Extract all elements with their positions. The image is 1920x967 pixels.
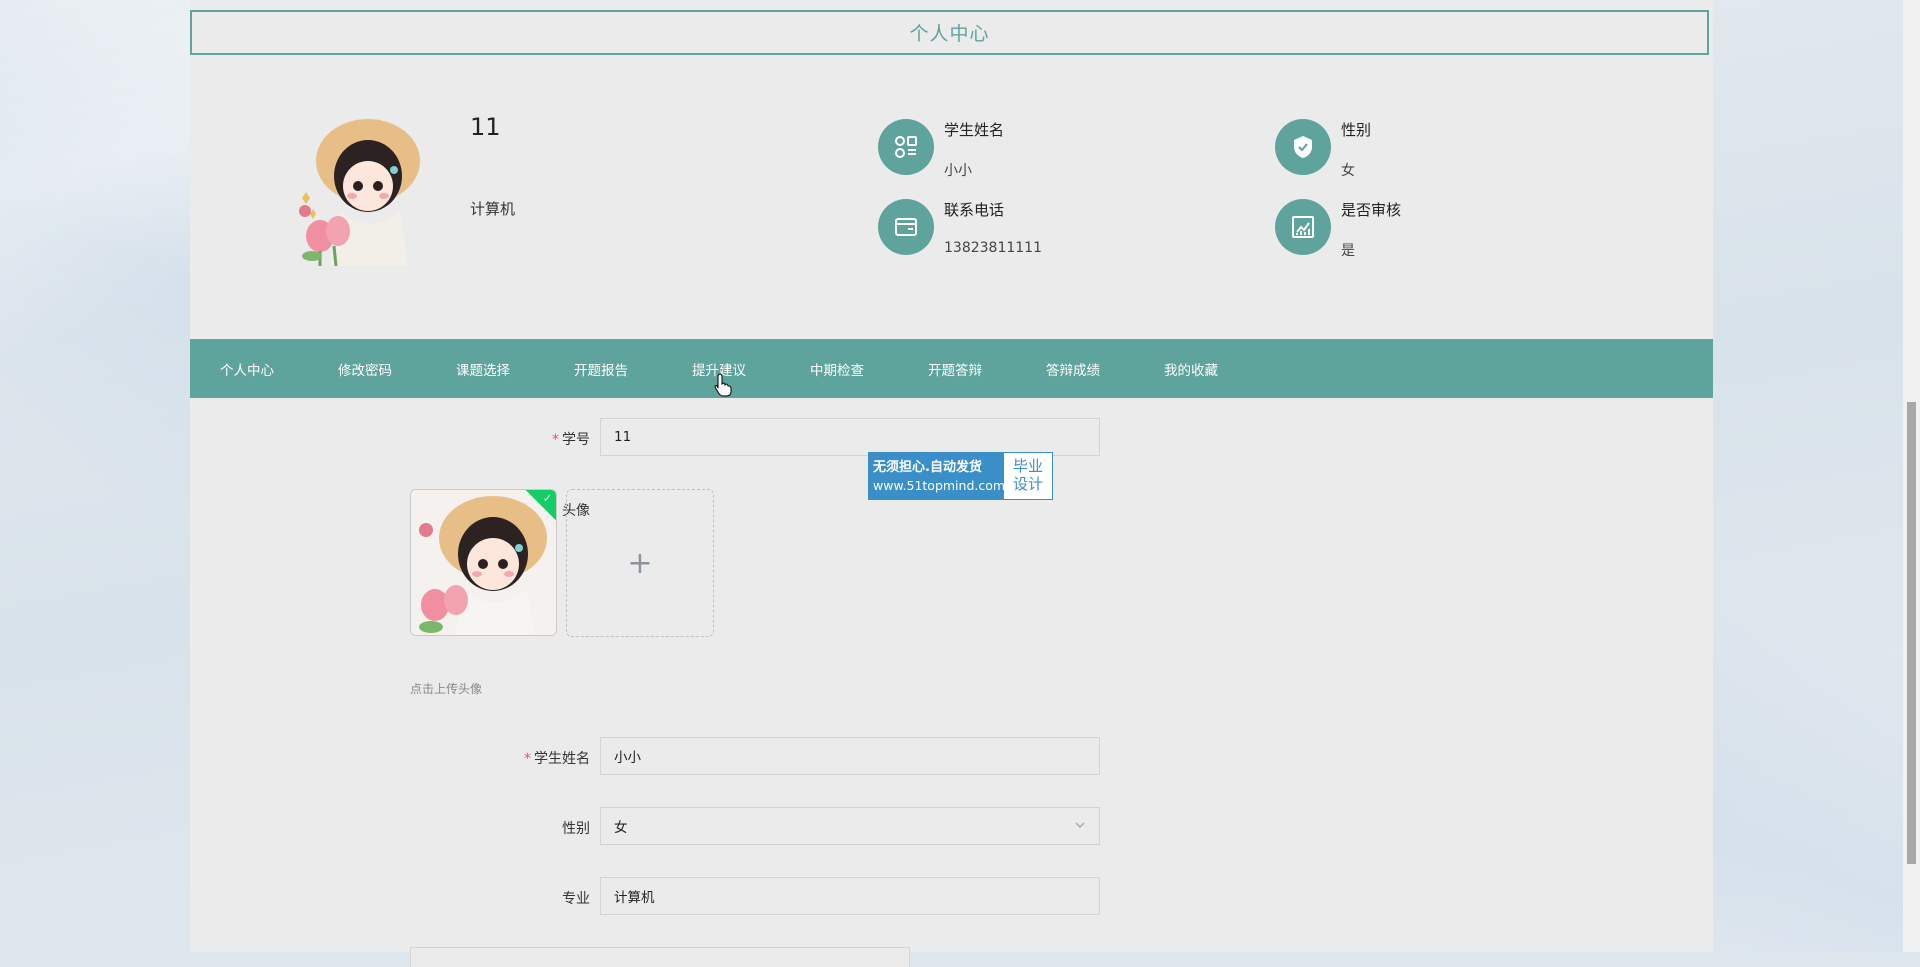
gender-select[interactable]: 女 [600,807,1100,845]
shield-check-icon [1275,119,1331,175]
hand-cursor-icon [714,373,732,401]
nav-item-profile[interactable]: 个人中心 [220,359,274,379]
required-mark: * [552,432,559,448]
watermark-line2: www.51topmind.com [873,478,1006,493]
info-value: 13823811111 [944,240,1042,256]
info-value: 小小 [944,163,972,179]
info-gender: 性别 女 [1275,119,1371,180]
form-row-student-name: * 学生姓名 小小 [190,737,1100,777]
chevron-down-icon [1073,818,1087,836]
form-row-student-id: * 学号 11 [190,418,1100,458]
profile-major: 计算机 [470,200,516,218]
info-value: 女 [1341,163,1355,179]
scrollbar-thumb[interactable] [1907,402,1916,864]
profile-avatar [290,116,430,267]
major-input[interactable]: 计算机 [600,877,1100,915]
avatar-upload-hint: 点击上传头像 [410,682,483,696]
page-scrollbar[interactable] [1903,0,1920,952]
student-id-input[interactable]: 11 [600,418,1100,456]
major-label: 专业 [562,891,590,907]
plus-icon: + [627,545,653,581]
nav-item-favorites[interactable]: 我的收藏 [1164,359,1218,379]
student-name-label: * 学生姓名 [524,751,590,767]
nav-item-defense-score[interactable]: 答辩成绩 [1046,359,1100,379]
nav-item-proposal-report[interactable]: 开题报告 [574,359,628,379]
nav-item-topic-select[interactable]: 课题选择 [456,359,510,379]
nav-item-midterm-check[interactable]: 中期检查 [810,359,864,379]
nav-item-proposal-defense[interactable]: 开题答辩 [928,359,982,379]
info-audit: 是否审核 是 [1275,199,1401,260]
profile-card: 11 计算机 学生姓名 小小 性别 女 联系电话 13823811111 是否审… [190,58,1713,318]
nav-item-change-password[interactable]: 修改密码 [338,359,392,379]
watermark-line1: 无须担心.自动发货 [873,460,982,475]
profile-username: 11 [470,113,501,141]
user-center-nav: 个人中心 修改密码 课题选择 开题报告 提升建议 中期检查 开题答辩 答辩成绩 … [190,339,1713,398]
watermark-right2: 设计 [1012,475,1043,493]
page-title: 个人中心 [909,23,990,45]
info-student-name: 学生姓名 小小 [878,119,1004,180]
info-label: 联系电话 [944,201,1005,219]
wallet-icon [878,199,934,255]
watermark-right1: 毕业 [1012,457,1043,475]
watermark-right: 毕业 设计 [1004,453,1052,499]
info-label: 学生姓名 [944,121,1005,139]
next-form-field[interactable] [410,947,910,967]
form-row-gender: 性别 女 [190,807,1100,847]
apps-icon [878,119,934,175]
form-row-major: 专业 计算机 [190,877,1100,917]
chart-icon [1275,199,1331,255]
student-id-label: * 学号 [552,432,590,448]
info-phone: 联系电话 13823811111 [878,199,1042,256]
watermark-badge: 无须担心.自动发货 www.51topmind.com 毕业 设计 [868,452,1053,500]
student-name-input[interactable]: 小小 [600,737,1100,775]
info-label: 是否审核 [1341,201,1402,219]
info-value: 是 [1341,243,1355,259]
watermark-left: 无须担心.自动发货 www.51topmind.com [869,453,1006,499]
required-mark: * [524,751,531,767]
check-icon: ✓ [542,492,552,505]
avatar-thumbnail[interactable]: ✓ [410,489,557,636]
gender-select-value: 女 [614,820,628,836]
avatar-upload-button[interactable]: + [566,489,714,637]
gender-label: 性别 [562,821,590,837]
info-label: 性别 [1341,121,1372,139]
page-title-box: 个人中心 [190,10,1709,55]
